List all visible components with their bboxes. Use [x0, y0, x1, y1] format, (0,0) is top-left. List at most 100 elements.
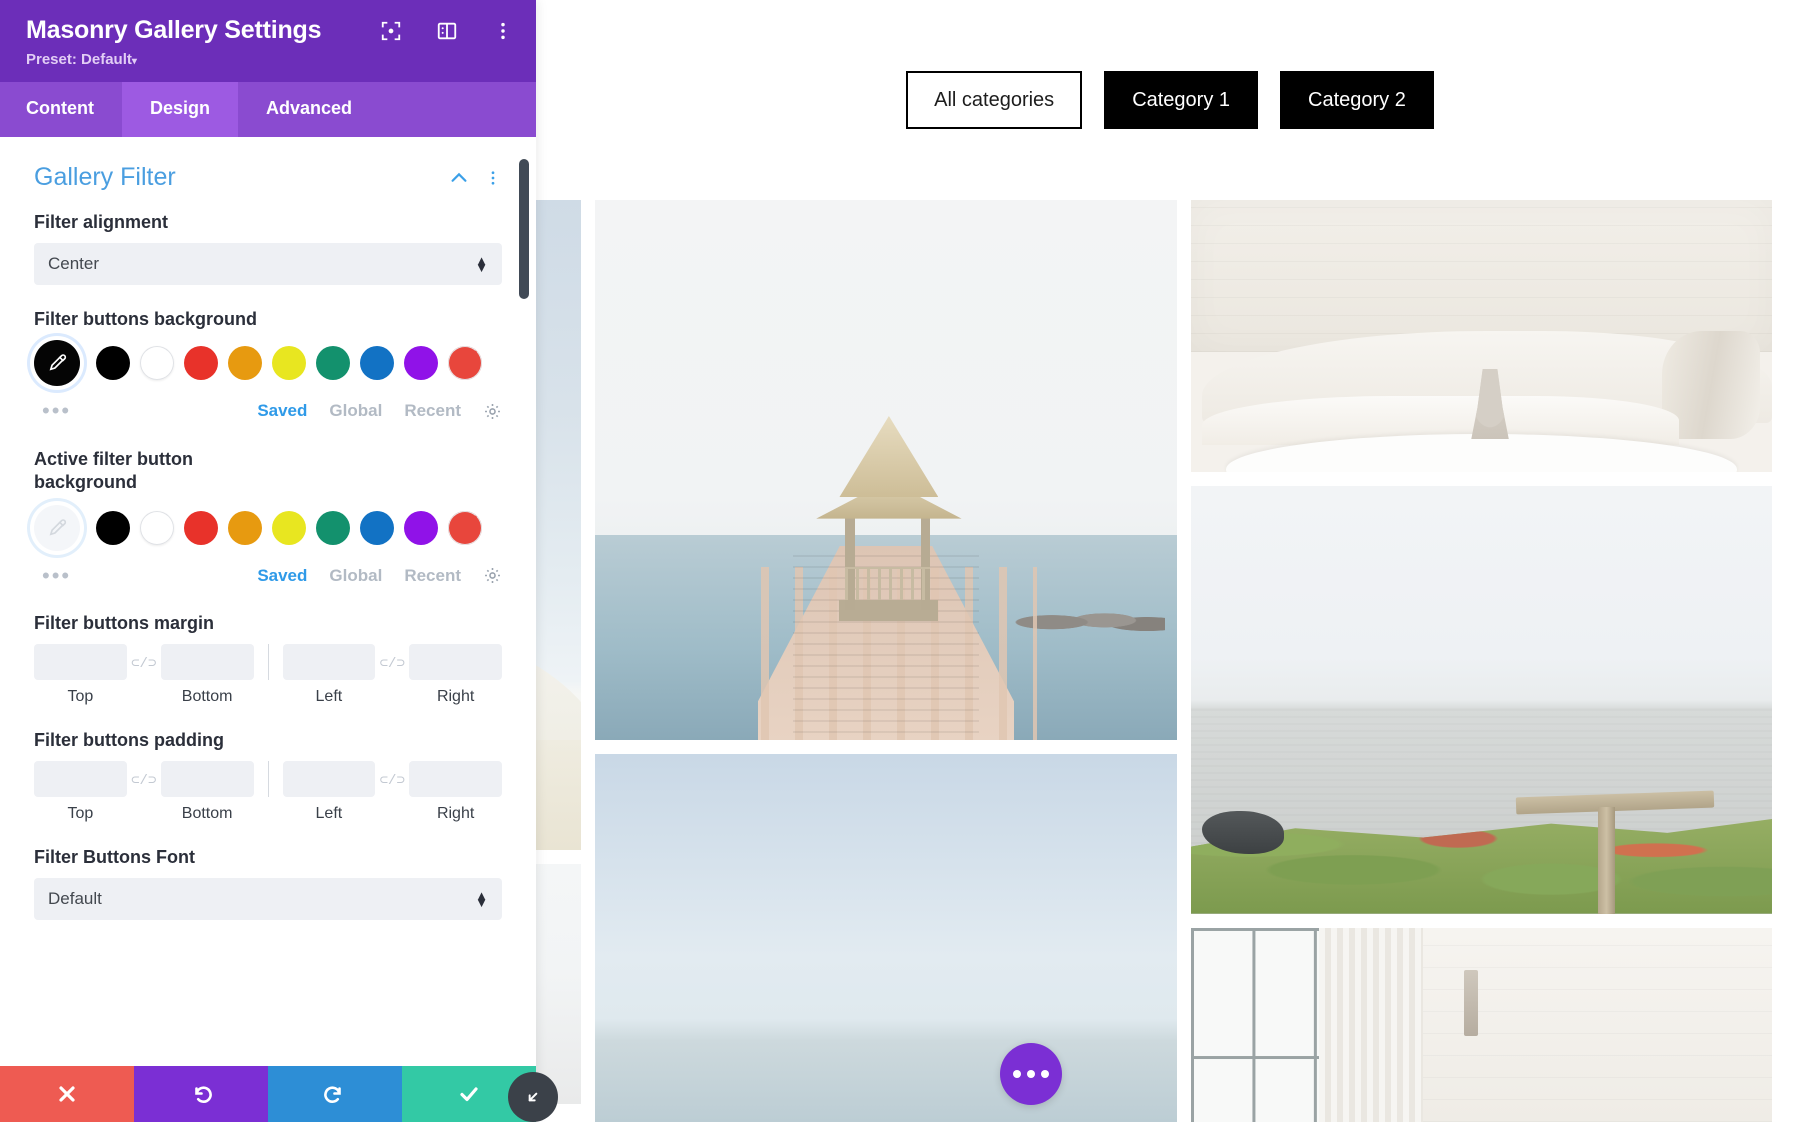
focus-icon[interactable] — [380, 20, 402, 42]
tab-design[interactable]: Design — [121, 82, 238, 137]
panel-scroll-content: Gallery Filter Filter alignment Center ▲… — [0, 137, 536, 960]
swatch-green[interactable] — [316, 346, 350, 380]
gallery-column-2 — [595, 200, 1177, 1122]
divider — [267, 760, 269, 797]
color-picker-eyedropper-icon[interactable] — [34, 504, 80, 551]
gear-icon[interactable] — [483, 566, 502, 585]
check-icon — [460, 1087, 478, 1102]
filter-button-category-2[interactable]: Category 2 — [1280, 71, 1434, 129]
tab-recent-colors[interactable]: Recent — [404, 566, 461, 586]
chevron-up-icon[interactable] — [448, 167, 470, 189]
swatch-red[interactable] — [184, 346, 218, 380]
label-filter-buttons-background: Filter buttons background — [34, 309, 257, 329]
tab-saved-colors[interactable]: Saved — [257, 401, 307, 421]
kebab-menu-icon[interactable] — [492, 20, 514, 42]
link-margin-top-bottom-icon[interactable]: ⊂/⊃ — [127, 655, 161, 672]
link-padding-top-bottom-icon[interactable]: ⊂/⊃ — [127, 772, 161, 789]
color-swatches-filter-buttons-background — [34, 340, 502, 386]
swatch-orange[interactable] — [228, 510, 262, 545]
padding-right-label: Right — [436, 804, 475, 822]
ellipsis-icon — [1041, 1070, 1049, 1078]
padding-bottom-input[interactable] — [160, 760, 254, 797]
color-picker-eyedropper-icon[interactable] — [34, 340, 80, 386]
resize-arrow-icon — [528, 1092, 538, 1102]
swatch-purple[interactable] — [404, 510, 438, 545]
swatch-blue[interactable] — [360, 346, 394, 380]
ellipsis-icon — [1013, 1070, 1021, 1078]
swatch-red[interactable] — [184, 510, 218, 545]
padding-top-input[interactable] — [34, 760, 127, 797]
margin-top-input[interactable] — [34, 643, 127, 680]
gallery-column-3 — [1190, 200, 1772, 1122]
panel-action-bar — [0, 1066, 536, 1122]
link-padding-left-right-icon[interactable]: ⊂/⊃ — [375, 772, 409, 789]
swatch-transparent[interactable] — [448, 346, 482, 380]
cancel-button[interactable] — [0, 1066, 134, 1122]
swatch-orange[interactable] — [228, 346, 262, 380]
stepper-arrows-icon: ▲ ▼ — [475, 252, 488, 275]
label-filter-buttons-padding: Filter buttons padding — [34, 729, 224, 750]
layout-icon[interactable] — [436, 20, 458, 42]
stepper-arrows-icon: ▲ ▼ — [475, 887, 488, 910]
color-meta-row-filter-buttons-background: ••• Saved Global Recent — [34, 398, 502, 424]
margin-left-input[interactable] — [282, 643, 376, 680]
swatch-yellow[interactable] — [272, 510, 306, 545]
tab-recent-colors[interactable]: Recent — [404, 401, 461, 421]
undo-button[interactable] — [134, 1066, 268, 1122]
photo-pier-gazebo[interactable] — [595, 200, 1177, 740]
photo-pale-sky-sea[interactable] — [595, 754, 1177, 1122]
swatch-yellow[interactable] — [272, 346, 306, 380]
tab-global-colors[interactable]: Global — [329, 401, 382, 421]
preset-selector[interactable]: Preset: Default▾ — [26, 51, 510, 68]
kebab-menu-icon[interactable] — [484, 167, 502, 189]
section-title: Gallery Filter — [34, 163, 176, 191]
tab-saved-colors[interactable]: Saved — [257, 566, 307, 586]
margin-bottom-label: Bottom — [181, 687, 233, 705]
swatch-transparent[interactable] — [448, 510, 482, 545]
swatch-white[interactable] — [140, 346, 174, 380]
label-filter-alignment: Filter alignment — [34, 212, 169, 232]
page-settings-fab[interactable] — [1000, 1043, 1062, 1105]
redo-button[interactable] — [268, 1066, 402, 1122]
swatch-black[interactable] — [96, 346, 130, 380]
padding-left-input[interactable] — [282, 760, 376, 797]
gear-icon[interactable] — [483, 402, 502, 421]
swatch-white[interactable] — [140, 510, 174, 545]
select-filter-buttons-font[interactable]: Default ▲ ▼ — [34, 877, 502, 920]
padding-right-input[interactable] — [409, 760, 502, 797]
swatch-green[interactable] — [316, 510, 350, 545]
filter-button-all-categories[interactable]: All categories — [906, 71, 1083, 129]
spacing-filter-buttons-margin: Top ⊂/⊃ Bottom Left ⊂/⊃ Right — [34, 643, 502, 706]
chevron-down-icon: ▾ — [131, 56, 137, 67]
padding-left-label: Left — [315, 804, 343, 822]
margin-bottom-input[interactable] — [160, 643, 254, 680]
margin-right-input[interactable] — [409, 643, 502, 680]
close-icon — [59, 1086, 75, 1102]
color-meta-row-active-filter-button-background: ••• Saved Global Recent — [34, 563, 502, 589]
photo-white-brick-wall[interactable] — [1190, 927, 1772, 1122]
tab-global-colors[interactable]: Global — [329, 566, 382, 586]
ellipsis-icon — [1027, 1070, 1035, 1078]
swatch-blue[interactable] — [360, 510, 394, 545]
padding-top-label: Top — [67, 804, 94, 822]
link-margin-left-right-icon[interactable]: ⊂/⊃ — [375, 655, 409, 672]
swatch-purple[interactable] — [404, 346, 438, 380]
gallery-filter-bar: All categories Category 1 Category 2 — [540, 0, 1800, 200]
photo-white-interior-sofa[interactable] — [1190, 200, 1772, 473]
panel-header: Masonry Gallery Settings Preset: Default… — [0, 0, 536, 82]
select-filter-alignment[interactable]: Center ▲ ▼ — [34, 243, 502, 285]
tab-advanced[interactable]: Advanced — [238, 82, 381, 137]
tab-content[interactable]: Content — [0, 82, 122, 137]
panel-resize-handle[interactable] — [508, 1072, 558, 1122]
photo-sea-jetty[interactable] — [1190, 486, 1772, 914]
swatch-black[interactable] — [96, 510, 130, 545]
panel-tabs: Content Design Advanced — [0, 82, 536, 137]
label-active-filter-button-background: Active filter button background — [34, 449, 194, 493]
section-gallery-filter-header: Gallery Filter — [34, 163, 502, 192]
color-swatches-active-filter-button-background — [34, 504, 502, 551]
filter-button-category-1[interactable]: Category 1 — [1104, 71, 1259, 129]
panel-scrollbar[interactable] — [519, 159, 529, 299]
label-filter-buttons-margin: Filter buttons margin — [34, 612, 214, 633]
margin-left-label: Left — [315, 687, 343, 705]
spacing-filter-buttons-padding: Top ⊂/⊃ Bottom Left ⊂/⊃ Right — [34, 760, 502, 823]
